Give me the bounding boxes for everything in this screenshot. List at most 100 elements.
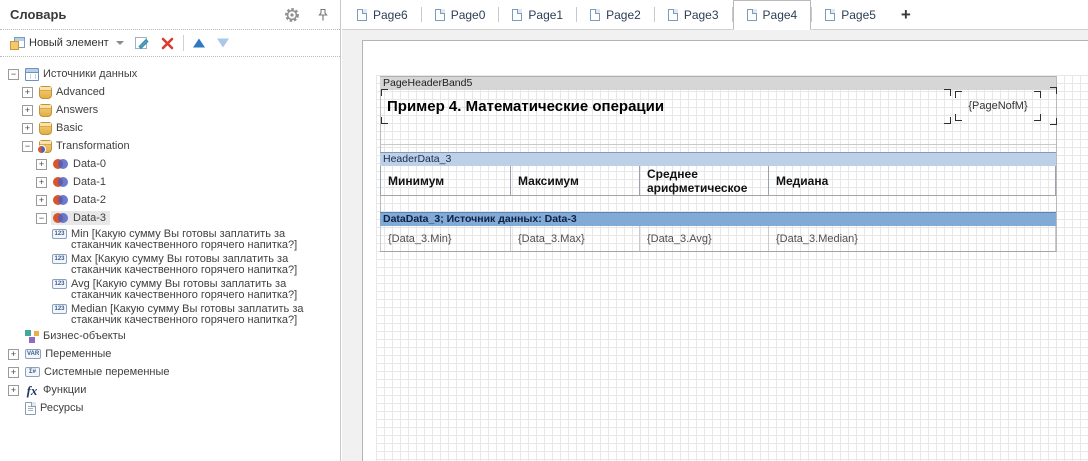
column-icon: 123 <box>52 304 67 314</box>
tree-item-label: Data-3 <box>73 212 106 224</box>
tree-item-advanced[interactable]: + Advanced <box>0 83 340 101</box>
tree-item-ресурсы[interactable]: Ресурсы <box>0 399 340 417</box>
report-designer: Словарь Новый элемент <box>0 0 1088 461</box>
panel-header: Словарь <box>0 0 340 30</box>
tree-item-body: Источники данных <box>23 67 141 82</box>
add-page-button[interactable]: + <box>889 0 923 29</box>
dictionary-panel: Словарь Новый элемент <box>0 0 341 461</box>
tree-item-body: Σ#Системные переменные <box>23 365 174 379</box>
tab-label: Page2 <box>606 8 641 22</box>
band-headerdata[interactable]: HeaderData_3 <box>380 152 1056 166</box>
data-row: {Data_3.Min}{Data_3.Max}{Data_3.Avg}{Dat… <box>380 226 1056 252</box>
tab-page0[interactable]: Page0 <box>422 0 499 29</box>
tree-item-label: Функции <box>43 384 86 396</box>
band-datadata[interactable]: DataData_3; Источник данных: Data-3 <box>380 212 1056 226</box>
tree-item-median[interactable]: 123Median [Какую сумму Вы готовы заплати… <box>0 302 340 327</box>
tree-item-body: Advanced <box>37 85 109 100</box>
tree-item-body: 123Min [Какую сумму Вы готовы заплатить … <box>50 228 333 251</box>
column-icon: 123 <box>52 279 67 289</box>
data-cell-3[interactable]: {Data_3.Median} <box>769 226 1056 251</box>
band-pageheader[interactable]: PageHeaderBand5 <box>380 76 1056 90</box>
tab-page2[interactable]: Page2 <box>577 0 654 29</box>
tree-item-avg[interactable]: 123Avg [Какую сумму Вы готовы заплатить … <box>0 277 340 302</box>
tree-item-body: 123Avg [Какую сумму Вы готовы заплатить … <box>50 278 333 301</box>
dataset-icon <box>53 159 69 170</box>
tab-page6[interactable]: Page6 <box>344 0 421 29</box>
expand-plus-icon[interactable]: + <box>22 123 33 134</box>
tree-item-data-2[interactable]: +Data-2 <box>0 191 340 209</box>
tab-label: Page1 <box>528 8 563 22</box>
delete-button[interactable] <box>158 34 177 53</box>
tab-page1[interactable]: Page1 <box>499 0 576 29</box>
header-cell-1[interactable]: Максимум <box>511 166 640 195</box>
tree-item-data-1[interactable]: +Data-1 <box>0 173 340 191</box>
pagenofm-textbox[interactable]: {PageNofM} <box>956 92 1040 120</box>
expand-plus-icon[interactable]: + <box>8 385 19 396</box>
data-cell-1[interactable]: {Data_3.Max} <box>511 226 640 251</box>
gear-icon[interactable] <box>284 7 300 23</box>
margin-corner-marks <box>1046 88 1056 124</box>
collapse-minus-icon[interactable]: − <box>36 213 47 224</box>
page-icon <box>357 9 367 21</box>
tree-item-body: Ресурсы <box>23 401 87 416</box>
page-tabbar: Page6 Page0 Page1 Page2 Page3 Page4Page5+ <box>342 0 1088 30</box>
tree-item-label: Min [Какую сумму Вы готовы заплатить за … <box>71 229 329 250</box>
tree-item-переменные[interactable]: + VARПеременные <box>0 345 340 363</box>
report-page: PageHeaderBand5 Пример 4. Математические… <box>362 40 1088 461</box>
tree-item-label: Answers <box>56 104 98 116</box>
expand-plus-icon[interactable]: + <box>36 195 47 206</box>
expand-plus-icon[interactable]: + <box>8 349 19 360</box>
expand-plus-icon[interactable]: + <box>22 105 33 116</box>
title-textbox[interactable]: Пример 4. Математические операции <box>382 90 950 123</box>
tree-item-body: Basic <box>37 121 87 136</box>
pin-icon[interactable] <box>316 7 330 22</box>
tab-page5[interactable]: Page5 <box>812 0 889 29</box>
expand-plus-icon[interactable]: + <box>8 367 19 378</box>
panel-title: Словарь <box>10 7 66 22</box>
page-icon <box>825 9 835 21</box>
tree-item-body: VARПеременные <box>23 347 115 361</box>
tree-item-бизнес-объекты[interactable]: Бизнес-объекты <box>0 327 340 345</box>
tree-item-basic[interactable]: + Basic <box>0 119 340 137</box>
dataset-icon <box>53 213 69 224</box>
tree-item-answers[interactable]: + Answers <box>0 101 340 119</box>
tab-page3[interactable]: Page3 <box>655 0 732 29</box>
header-cell-0[interactable]: Минимум <box>380 166 511 195</box>
header-cell-2[interactable]: Среднее арифметическое <box>640 166 769 195</box>
collapse-minus-icon[interactable]: − <box>22 141 33 152</box>
tab-page4[interactable]: Page4 <box>733 0 812 30</box>
expand-plus-icon[interactable]: + <box>36 177 47 188</box>
tree-item-data-3[interactable]: − Data-3 <box>0 209 340 227</box>
data-cell-2[interactable]: {Data_3.Avg} <box>640 226 769 251</box>
tab-label: Page0 <box>451 8 486 22</box>
data-cell-0[interactable]: {Data_3.Min} <box>380 226 511 251</box>
band-datadata-label: DataData_3; Источник данных: Data-3 <box>383 213 577 225</box>
dataset-icon <box>53 195 69 206</box>
tree-item-data-0[interactable]: +Data-0 <box>0 155 340 173</box>
chevron-down-icon <box>116 41 124 45</box>
page-icon <box>668 9 678 21</box>
expand-plus-icon[interactable]: + <box>22 87 33 98</box>
tree-item-min[interactable]: 123Min [Какую сумму Вы готовы заплатить … <box>0 227 340 252</box>
edit-button[interactable] <box>132 33 152 53</box>
tab-label: Page3 <box>684 8 719 22</box>
tree-item-источники[interactable]: −Источники данных <box>0 65 340 83</box>
move-down-button[interactable] <box>214 35 232 51</box>
move-up-button[interactable] <box>190 35 208 51</box>
header-cell-3[interactable]: Медиана <box>769 166 1056 195</box>
workarea: PageHeaderBand5 Пример 4. Математические… <box>342 30 1088 461</box>
expand-plus-icon[interactable]: + <box>36 159 47 170</box>
collapse-minus-icon[interactable]: − <box>8 69 19 80</box>
tree-item-body: 123Max [Какую сумму Вы готовы заплатить … <box>50 253 333 276</box>
tree-item-max[interactable]: 123Max [Какую сумму Вы готовы заплатить … <box>0 252 340 277</box>
database-icon <box>39 104 52 117</box>
tree-item-функции[interactable]: +fxФункции <box>0 381 340 399</box>
tree-item-label: Max [Какую сумму Вы готовы заплатить за … <box>71 254 329 275</box>
tree-item-transformation[interactable]: −Transformation <box>0 137 340 155</box>
tree-item-системные[interactable]: + Σ#Системные переменные <box>0 363 340 381</box>
new-item-button[interactable]: Новый элемент <box>8 35 126 52</box>
delete-x-icon <box>160 36 175 51</box>
arrow-up-icon <box>192 37 206 49</box>
page-icon <box>435 9 445 21</box>
report-title: Пример 4. Математические операции <box>382 98 664 115</box>
